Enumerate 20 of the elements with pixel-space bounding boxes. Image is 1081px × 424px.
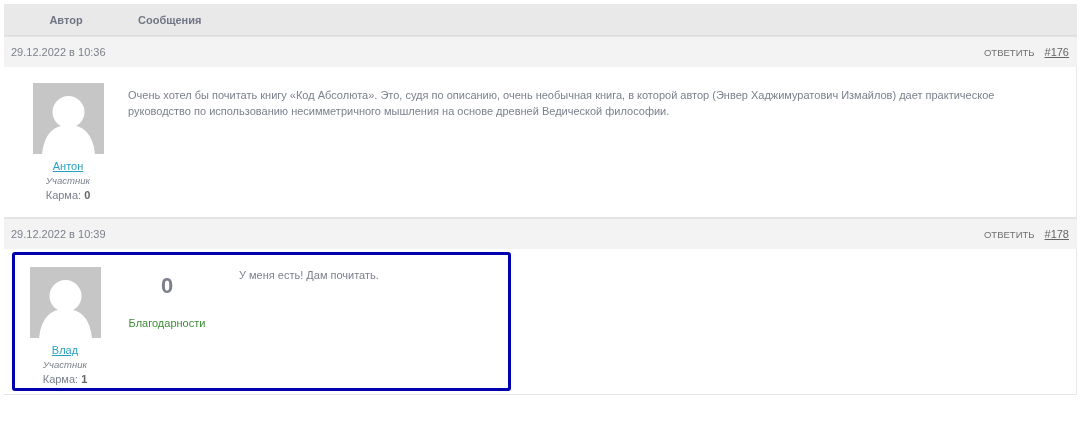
post-date: 29.12.2022 в 10:36 [11, 46, 107, 58]
post-message: У меня есть! Дам почитать. [238, 268, 379, 283]
karma-text: Карма: 1 [42, 373, 88, 385]
thanks-count: 0 [160, 273, 174, 299]
reply-link[interactable]: ОТВЕТИТЬ [983, 46, 1035, 58]
author-name-link[interactable]: Антон [52, 160, 84, 172]
avatar-icon [32, 83, 104, 154]
column-header: Автор [48, 13, 84, 26]
post-message: Очень хотел бы почитать книгу «Код Абсолюта». Это, судя по описанию, очень необычная книга, в которой автор (Энвер Хаджимуратович Измайлов) дает практическое руководство по использованию несимметричного мышления на основе древней Ведической философии. [127, 88, 996, 119]
post-number-link[interactable]: #176 [1044, 46, 1069, 58]
column-header: Сообщения [137, 13, 202, 26]
thanks-label: Благодарности [128, 317, 206, 329]
author-name-link[interactable]: Влад [51, 344, 79, 356]
post-date: 29.12.2022 в 10:39 [11, 228, 107, 240]
author-role: Участник [46, 175, 90, 186]
author-role: Участник [43, 359, 87, 370]
avatar-icon [29, 267, 101, 338]
karma-text: Карма: 0 [45, 189, 91, 201]
post-number-link[interactable]: #178 [1044, 228, 1069, 240]
reply-link[interactable]: ОТВЕТИТЬ [983, 228, 1035, 240]
